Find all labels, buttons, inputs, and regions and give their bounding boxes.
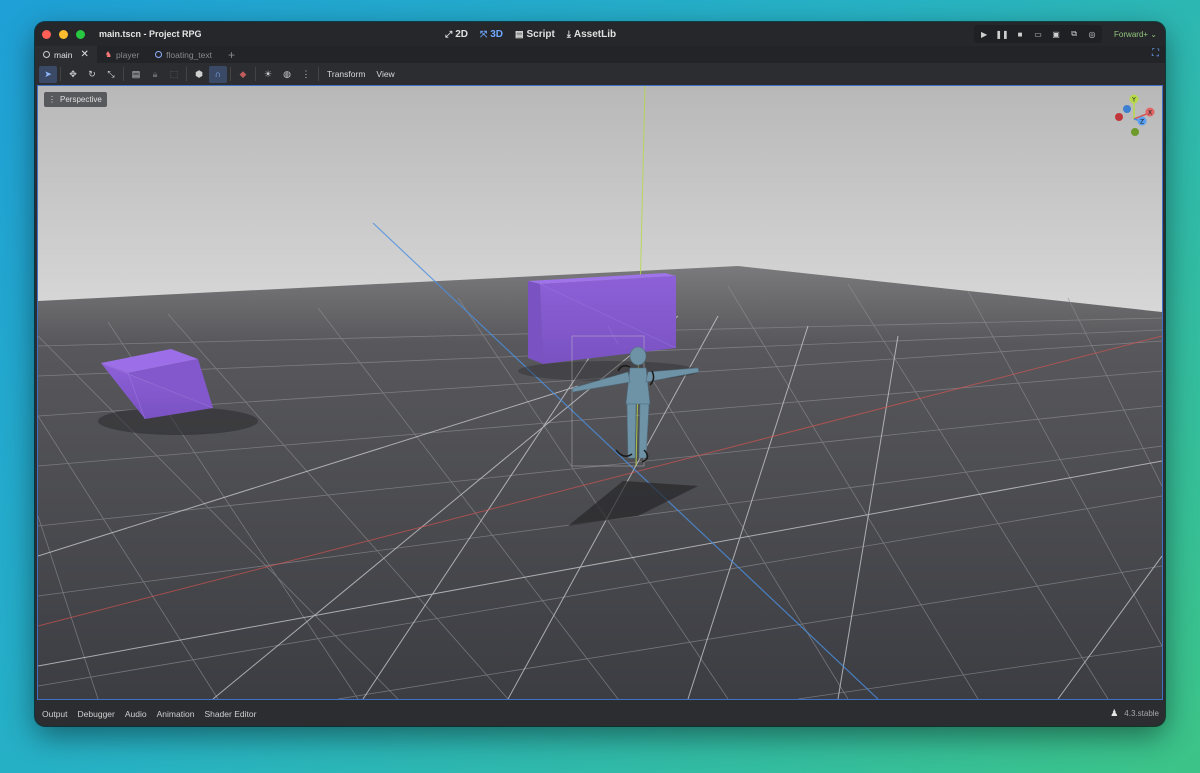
snap-icon[interactable]: ∩: [209, 65, 227, 83]
gizmo-z-label: Z: [1140, 119, 1144, 126]
play-custom-scene-icon[interactable]: ⧉: [1065, 25, 1083, 43]
editor-window: main.tscn - Project RPG ⤢ 2D ⤧ 3D ▤ Scri…: [35, 22, 1165, 726]
main-screen-switcher: ⤢ 2D ⤧ 3D ▤ Script ⤓ AssetLib: [445, 22, 616, 46]
minimize-window-button[interactable]: [59, 29, 68, 39]
stop-icon[interactable]: ■: [1011, 25, 1029, 43]
bottom-tab-audio[interactable]: Audio: [125, 709, 147, 719]
renderer-label: Forward+: [1114, 29, 1149, 39]
bottom-tab-output[interactable]: Output: [42, 709, 68, 719]
group-icon[interactable]: ⬚: [165, 66, 183, 83]
move-mode-icon[interactable]: ✥: [64, 66, 82, 83]
bottom-panel-tabs: Output Debugger Audio Animation Shader E…: [35, 701, 1165, 726]
mode-label: 2D: [455, 28, 468, 40]
viewport-toolbar: ➤ ✥ ↻ ⤡ ▤ 🔒︎ ⬚ ⬢ ∩ ◆ ☀ ◍ ⋮ Transform Vie…: [35, 63, 1165, 85]
toolbar-separator: [255, 67, 256, 81]
tab-label: player: [116, 49, 140, 60]
gizmo-neg-y: [1131, 128, 1139, 136]
environment-preview-icon[interactable]: ◍: [278, 66, 296, 83]
renderer-select[interactable]: Forward+ ⌄: [1114, 30, 1157, 39]
rotate-mode-icon[interactable]: ↻: [83, 66, 101, 83]
window-controls: [42, 29, 85, 39]
version-label: 4.3.stable: [1124, 709, 1159, 718]
node3d-icon: [43, 51, 50, 58]
sun-preview-icon[interactable]: ☀: [259, 66, 277, 83]
gizmo-neg-z: [1123, 105, 1131, 113]
more-options-icon: ⋮: [48, 95, 56, 104]
perspective-label: Perspective: [60, 95, 102, 104]
godot-icon: ♟: [1110, 708, 1119, 718]
mode-script-button[interactable]: ▤ Script: [515, 29, 555, 40]
distraction-free-icon[interactable]: ⛶: [1152, 48, 1159, 59]
camera-override-icon[interactable]: ◆: [234, 66, 252, 83]
scene-tabs: main ✕ ♞ player floating_text +: [35, 46, 1165, 63]
play-scene-icon[interactable]: ▣: [1047, 25, 1065, 43]
tab-player[interactable]: ♞ player: [97, 46, 147, 63]
plus-icon: +: [228, 47, 236, 62]
tab-floating-text[interactable]: floating_text: [147, 46, 220, 63]
viewport-scene: [38, 86, 1162, 699]
gizmo-neg-x: [1115, 113, 1123, 121]
gizmo-x-label: X: [1148, 110, 1152, 117]
toolbar-separator: [60, 67, 61, 81]
perspective-menu[interactable]: ⋮ Perspective: [44, 92, 107, 107]
transform-menu[interactable]: Transform: [322, 69, 370, 79]
toolbar-separator: [318, 67, 319, 81]
chevron-down-icon: ⌄: [1150, 29, 1157, 39]
play-icon[interactable]: ▶: [975, 25, 993, 43]
mode-2d-button[interactable]: ⤢ 2D: [445, 29, 468, 40]
bottom-tab-shader-editor[interactable]: Shader Editor: [204, 709, 256, 719]
mode-label: 3D: [490, 28, 503, 40]
character-body-icon: ♞: [104, 50, 112, 59]
pause-icon[interactable]: ❚❚: [993, 25, 1011, 43]
close-window-button[interactable]: [42, 29, 51, 39]
toolbar-separator: [186, 67, 187, 81]
scale-mode-icon[interactable]: ⤡: [102, 66, 120, 83]
tab-main[interactable]: main ✕: [35, 46, 97, 63]
remote-debug-icon[interactable]: ▭: [1029, 25, 1047, 43]
node-icon: [155, 51, 163, 58]
bottom-tab-animation[interactable]: Animation: [157, 709, 195, 719]
close-icon[interactable]: ✕: [80, 49, 88, 60]
select-mode-icon[interactable]: ➤: [39, 65, 57, 83]
version-indicator[interactable]: ♟ 4.3.stable: [1110, 701, 1159, 726]
maximize-window-button[interactable]: [76, 29, 85, 39]
mode-assetlib-button[interactable]: ⤓ AssetLib: [567, 29, 616, 40]
more-options-icon[interactable]: ⋮: [297, 66, 315, 83]
assetlib-icon: ⤓: [566, 28, 571, 39]
add-tab-button[interactable]: +: [220, 46, 243, 63]
tab-label: floating_text: [166, 49, 212, 60]
title-bar: main.tscn - Project RPG ⤢ 2D ⤧ 3D ▤ Scri…: [35, 22, 1165, 46]
bottom-tab-debugger[interactable]: Debugger: [78, 709, 115, 719]
lock-icon[interactable]: 🔒︎: [146, 66, 164, 83]
toolbar-separator: [123, 67, 124, 81]
gizmo-y-label: Y: [1131, 97, 1136, 104]
mode-label: Script: [526, 28, 555, 40]
view-menu[interactable]: View: [371, 69, 399, 79]
orientation-gizmo[interactable]: X Y Z: [1114, 94, 1158, 138]
run-button-group: ▶ ❚❚ ■ ▭ ▣ ⧉ ◎: [974, 25, 1103, 43]
window-title: main.tscn - Project RPG: [99, 29, 202, 39]
movie-maker-icon[interactable]: ◎: [1083, 25, 1101, 43]
list-select-icon[interactable]: ▤: [127, 66, 145, 83]
toolbar-separator: [230, 67, 231, 81]
run-controls: ▶ ❚❚ ■ ▭ ▣ ⧉ ◎ Forward+ ⌄: [974, 22, 1157, 46]
tab-label: main: [54, 49, 73, 60]
3d-icon: ⤧: [480, 28, 488, 39]
mode-label: AssetLib: [573, 28, 617, 40]
2d-icon: ⤢: [445, 28, 453, 39]
local-space-icon[interactable]: ⬢: [190, 66, 208, 83]
script-icon: ▤: [515, 28, 524, 39]
mode-3d-button[interactable]: ⤧ 3D: [480, 29, 503, 40]
3d-viewport[interactable]: ⋮ Perspective X Y Z: [37, 85, 1163, 700]
